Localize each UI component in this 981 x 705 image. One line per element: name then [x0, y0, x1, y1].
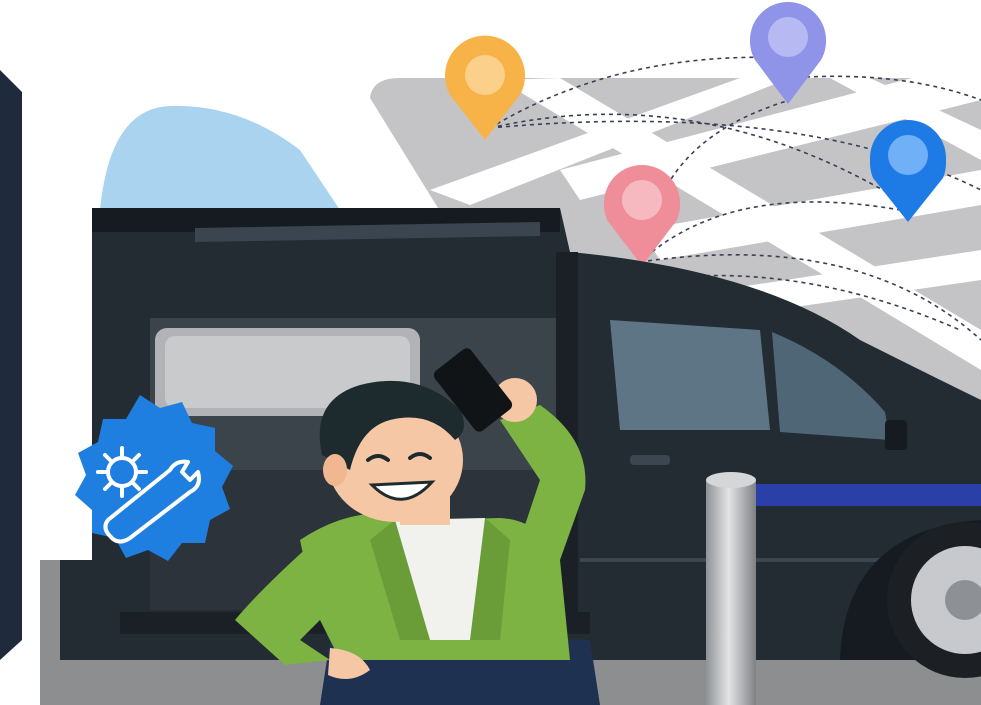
left-phone-edge — [0, 70, 22, 660]
bollard-pole — [706, 472, 756, 705]
sky-shape — [100, 105, 340, 210]
illustration — [0, 2, 981, 705]
illustration-scene — [0, 0, 981, 705]
